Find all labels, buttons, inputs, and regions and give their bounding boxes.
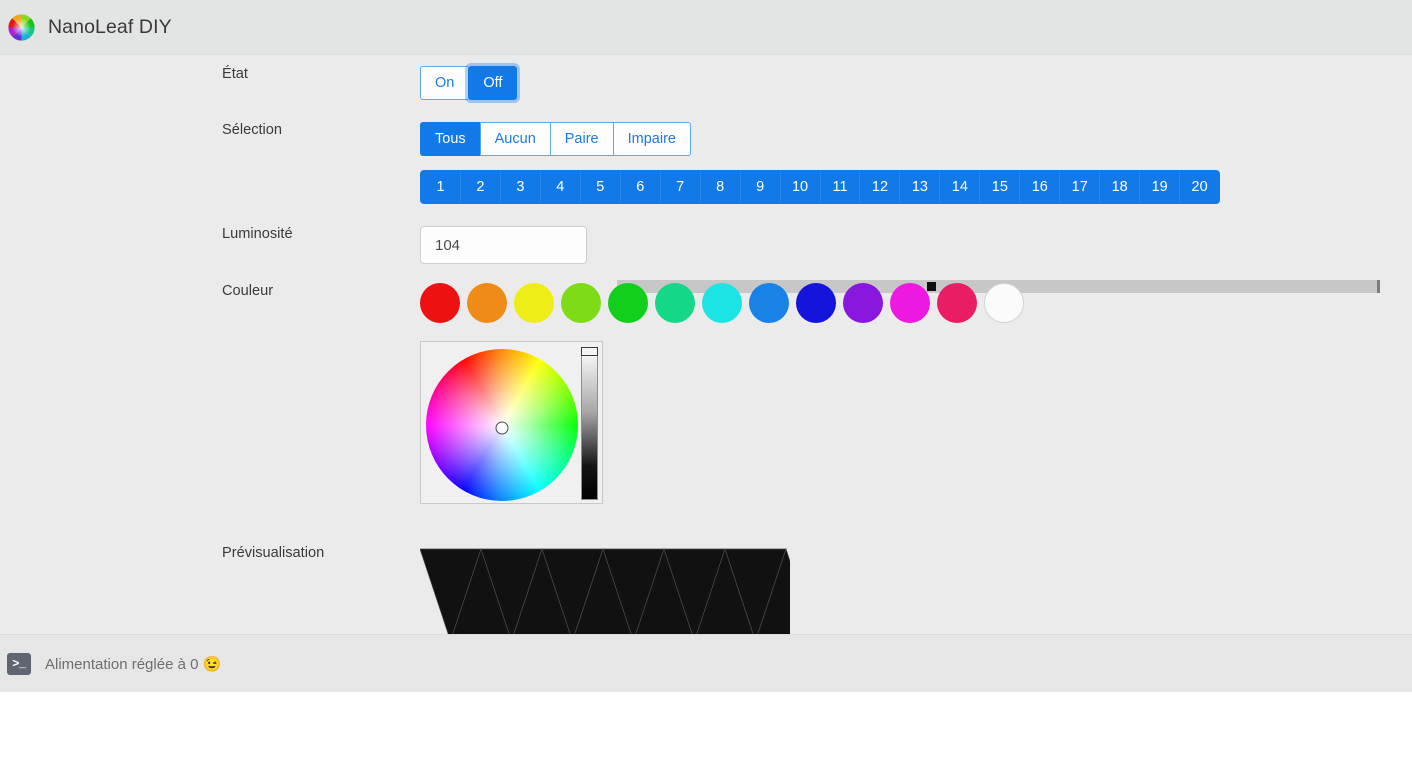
color-swatch-magenta[interactable] [890,283,930,323]
selection-even-button[interactable]: Paire [549,122,613,156]
panel-numbers-control: 1 2 3 4 5 6 7 8 9 10 11 12 13 14 15 16 17 18 19 20 [420,170,1412,204]
panel-number-button-14[interactable]: 14 [940,171,981,203]
status-emoji: 😉 [202,655,222,673]
color-control [420,283,1412,323]
status-message-text: Alimentation réglée à 0 [45,655,199,673]
selection-odd-button[interactable]: Impaire [612,122,691,156]
preview-panels[interactable] [420,545,790,645]
color-swatch-spring-green[interactable] [655,283,695,323]
color-wheel-icon [7,13,36,41]
panel-numbers-row: 1 2 3 4 5 6 7 8 9 10 11 12 13 14 15 16 17 18 19 20 [0,170,1412,204]
lower-blank-area [0,692,1412,784]
color-swatch-green[interactable] [608,283,648,323]
panel-number-button-8[interactable]: 8 [700,171,741,203]
color-swatch-none[interactable] [984,283,1024,323]
app-title: NanoLeaf DIY [48,15,172,38]
state-row: État On Off [0,66,1412,100]
panel-number-button-12[interactable]: 12 [860,171,901,203]
panel-number-button-17[interactable]: 17 [1060,171,1101,203]
selection-button-group: Tous Aucun Paire Impaire [420,122,691,156]
preview-control [420,545,1412,645]
brightness-label: Luminosité [222,226,293,242]
panel-number-button-9[interactable]: 9 [740,171,781,203]
brightness-input[interactable] [420,226,587,264]
color-swatch-list [420,283,1412,323]
color-swatch-blue[interactable] [749,283,789,323]
preview-row: Prévisualisation [0,545,1412,645]
color-picker-row [0,341,1412,504]
color-swatch-dark-blue[interactable] [796,283,836,323]
color-value-slider[interactable] [581,347,598,500]
panel-number-button-3[interactable]: 3 [500,171,541,203]
color-picker-control [420,341,1412,504]
panel-number-button-18[interactable]: 18 [1100,171,1141,203]
panel-number-button-7[interactable]: 7 [660,171,701,203]
brightness-control [420,226,1412,264]
selection-label: Sélection [222,122,283,138]
color-swatch-yellow-green[interactable] [561,283,601,323]
color-swatch-pink[interactable] [937,283,977,323]
panel-number-button-6[interactable]: 6 [620,171,661,203]
selection-row: Sélection Tous Aucun Paire Impaire [0,122,1412,156]
panel-number-button-1[interactable]: 1 [421,171,461,203]
color-value-slider-thumb[interactable] [581,347,598,356]
panel-number-button-4[interactable]: 4 [540,171,581,203]
panel-number-group: 1 2 3 4 5 6 7 8 9 10 11 12 13 14 15 16 17 18 19 20 [420,170,1220,204]
color-swatch-purple[interactable] [843,283,883,323]
panel-number-button-15[interactable]: 15 [980,171,1021,203]
selection-control: Tous Aucun Paire Impaire [420,122,1412,156]
panel-number-button-10[interactable]: 10 [780,171,821,203]
status-message: Alimentation réglée à 0 😉 [45,655,221,673]
panel-number-button-2[interactable]: 2 [460,171,501,203]
panel-number-button-11[interactable]: 11 [820,171,861,203]
app-header: NanoLeaf DIY [0,0,1412,55]
panel-number-button-19[interactable]: 19 [1140,171,1181,203]
panel-number-button-16[interactable]: 16 [1020,171,1061,203]
color-row: Couleur [0,283,1412,323]
status-bar: >_ Alimentation réglée à 0 😉 [0,634,1412,692]
color-swatch-red[interactable] [420,283,460,323]
panel-number-button-13[interactable]: 13 [900,171,941,203]
color-label: Couleur [222,283,274,299]
color-swatch-yellow[interactable] [514,283,554,323]
color-wheel[interactable] [426,349,578,501]
color-picker[interactable] [420,341,603,504]
brightness-row: Luminosité [0,226,1412,264]
state-control: On Off [420,66,1412,100]
selection-none-button[interactable]: Aucun [479,122,550,156]
color-swatch-cyan[interactable] [702,283,742,323]
state-off-button[interactable]: Off [468,66,518,100]
color-swatch-orange[interactable] [467,283,507,323]
state-label: État [222,66,248,82]
color-wheel-cursor[interactable] [495,421,509,435]
panel-number-button-20[interactable]: 20 [1180,171,1219,203]
main-panel: État On Off Sélection Tous Aucun Paire I… [0,55,1412,643]
selection-all-button[interactable]: Tous [420,122,480,156]
state-on-button[interactable]: On [420,66,469,100]
terminal-icon[interactable]: >_ [7,652,31,675]
state-button-group: On Off [420,66,518,100]
panel-number-button-5[interactable]: 5 [580,171,621,203]
preview-label: Prévisualisation [222,545,325,561]
